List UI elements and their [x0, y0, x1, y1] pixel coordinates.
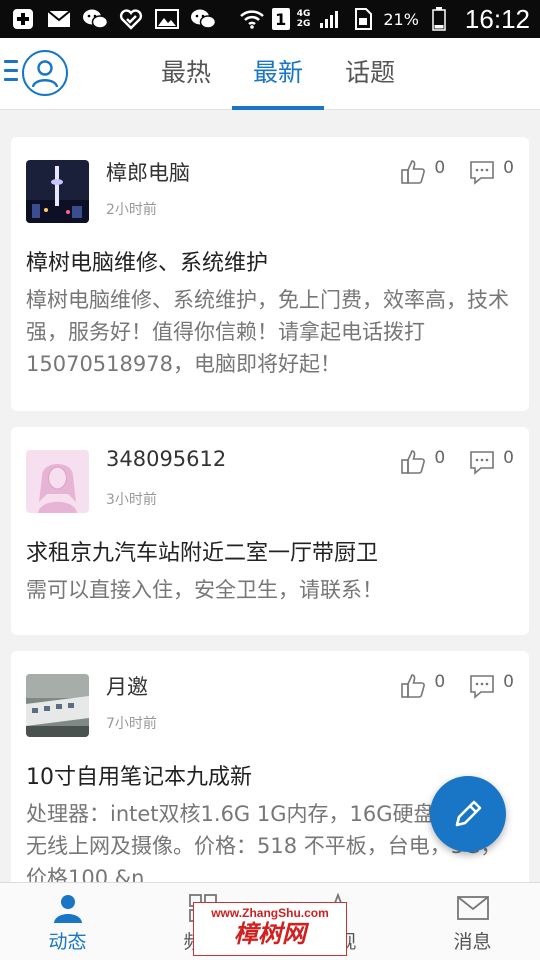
post-time: 2小时前	[106, 202, 157, 218]
post-time: 7小时前	[106, 716, 157, 732]
post-actions: 0 0	[400, 673, 514, 699]
comment-count: 0	[503, 672, 514, 692]
post-body[interactable]: 需可以直接入住，安全卫生，请联系！	[26, 574, 516, 606]
post-title[interactable]: 求租京九汽车站附近二室一厅带厨卫	[26, 535, 378, 567]
menu-indicator-icon[interactable]	[4, 60, 18, 87]
post-card[interactable]: 樟郎电脑 2小时前 0 0 樟树电脑维修、系统维护 樟树电脑维修、系统维护，免上…	[11, 137, 529, 411]
comment-count: 0	[503, 448, 514, 468]
post-body[interactable]: 樟树电脑维修、系统维护，免上门费，效率高，技术强，服务好！值得你信赖！请拿起电话…	[26, 284, 516, 380]
post-card[interactable]: 月邀 7小时前 0 0 10寸自用笔记本九成新 处理器：intet双核1.6G …	[11, 651, 529, 891]
author-avatar[interactable]	[26, 450, 89, 513]
sim-slot-badge: 1	[271, 8, 290, 30]
wechat-icon	[82, 8, 108, 30]
thumbs-up-icon	[401, 674, 426, 698]
comment-button[interactable]: 0	[469, 449, 514, 475]
wifi-icon	[239, 8, 265, 30]
comment-button[interactable]: 0	[469, 159, 514, 185]
watermark-url: www.ZhangShu.com	[211, 906, 329, 920]
post-title[interactable]: 樟树电脑维修、系统维护	[26, 245, 268, 277]
battery-percent: 21%	[383, 9, 419, 29]
network-type: 4G 2G	[297, 9, 311, 29]
post-card[interactable]: 348095612 3小时前 0 0 求租京九汽车站附近二室一厅带厨卫 需可以直…	[11, 427, 529, 635]
author-name[interactable]: 348095612	[106, 447, 226, 471]
nav-messages[interactable]: 消息	[405, 883, 540, 960]
mail-icon	[455, 893, 491, 923]
like-count: 0	[434, 672, 446, 692]
check-heart-icon	[118, 8, 144, 30]
post-actions: 0 0	[400, 159, 514, 185]
author-name[interactable]: 月邀	[106, 671, 148, 701]
like-button[interactable]: 0	[400, 449, 445, 475]
app-header: 最热 最新 话题	[0, 38, 540, 110]
network-type-top: 4G	[296, 9, 311, 19]
clock: 16:12	[464, 3, 530, 34]
comment-icon	[470, 161, 494, 185]
comment-count: 0	[503, 158, 514, 178]
comment-icon	[470, 675, 494, 699]
tab-hottest[interactable]: 最热	[140, 38, 232, 110]
author-name[interactable]: 樟郎电脑	[106, 157, 190, 187]
author-avatar[interactable]	[26, 674, 89, 737]
comment-button[interactable]: 0	[469, 673, 514, 699]
like-button[interactable]: 0	[400, 159, 445, 185]
feed-tabs: 最热 最新 话题	[140, 38, 416, 110]
like-count: 0	[434, 448, 446, 468]
watermark-logo: 樟树网	[234, 920, 306, 948]
compose-post-button[interactable]	[430, 776, 506, 852]
tab-latest[interactable]: 最新	[232, 38, 324, 110]
like-count: 0	[434, 158, 446, 178]
wechat-icon-2	[190, 8, 216, 30]
nav-label: 消息	[453, 931, 492, 953]
tab-topics[interactable]: 话题	[324, 38, 416, 110]
image-icon	[154, 8, 180, 30]
battery-icon	[426, 7, 452, 31]
site-watermark: www.ZhangShu.com 樟树网	[193, 902, 347, 956]
post-title[interactable]: 10寸自用笔记本九成新	[26, 759, 252, 791]
thumbs-up-icon	[401, 160, 426, 184]
system-indicators: 1 4G 2G 21% 16:12	[239, 4, 530, 35]
sim-card-icon	[350, 8, 376, 30]
nav-feed[interactable]: 动态	[0, 883, 135, 960]
pencil-icon	[455, 800, 482, 827]
email-icon	[46, 8, 72, 30]
person-icon	[50, 893, 86, 923]
signal-icon	[317, 8, 343, 30]
post-actions: 0 0	[400, 449, 514, 475]
comment-icon	[470, 451, 494, 475]
user-profile-button[interactable]	[22, 50, 68, 96]
like-button[interactable]: 0	[400, 673, 445, 699]
author-avatar[interactable]	[26, 160, 89, 223]
user-icon	[31, 60, 59, 88]
post-time: 3小时前	[106, 492, 157, 508]
add-icon	[10, 8, 36, 30]
status-bar: 1 4G 2G 21% 16:12	[0, 0, 540, 38]
nav-label: 动态	[48, 931, 87, 953]
thumbs-up-icon	[401, 450, 426, 474]
notification-icons	[10, 8, 216, 30]
network-type-bottom: 2G	[296, 19, 311, 29]
